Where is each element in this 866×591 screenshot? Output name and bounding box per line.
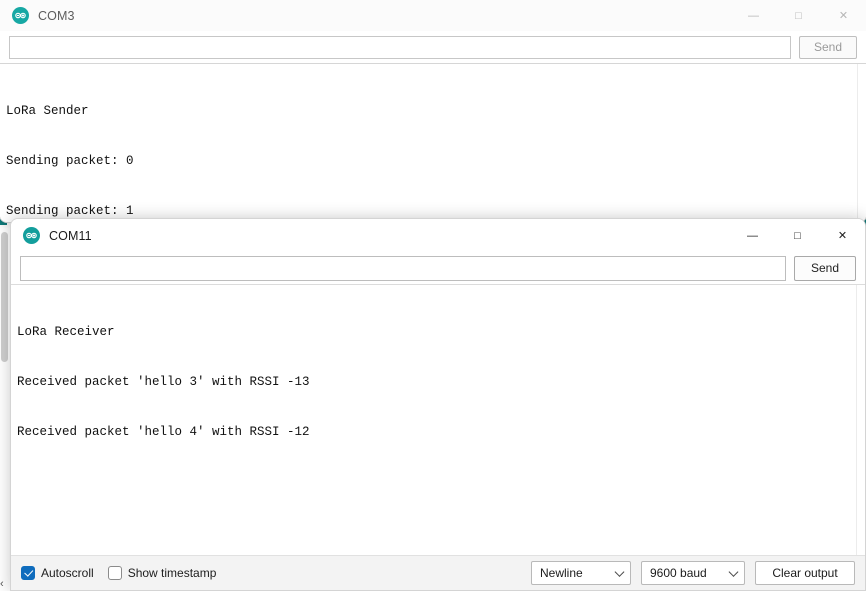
line-ending-value: Newline xyxy=(540,566,583,580)
send-button-com11[interactable]: Send xyxy=(794,255,856,281)
console-line: Sending packet: 0 xyxy=(6,153,134,168)
window-title-com3: COM3 xyxy=(38,8,75,23)
maximize-button-com3[interactable]: □ xyxy=(776,0,821,31)
titlebar-left-com3: COM3 xyxy=(0,7,75,24)
titlebar-com11[interactable]: COM11 — □ ✕ xyxy=(11,219,865,252)
checkbox-unchecked-icon[interactable] xyxy=(107,566,122,580)
window-controls-com11: — □ ✕ xyxy=(730,219,865,250)
chevron-down-icon xyxy=(728,567,739,577)
console-line: LoRa Sender xyxy=(6,103,89,118)
titlebar-left-com11: COM11 xyxy=(11,227,92,244)
arduino-icon xyxy=(23,227,40,244)
serial-monitor-window-com11: COM11 — □ ✕ Send LoRa Receiver Received … xyxy=(10,218,866,591)
minimize-button-com3[interactable]: — xyxy=(731,0,776,31)
baud-rate-value: 9600 baud xyxy=(650,566,707,580)
checkbox-checked-icon[interactable] xyxy=(21,566,35,580)
show-timestamp-checkbox[interactable]: Show timestamp xyxy=(107,566,217,580)
autoscroll-checkbox[interactable]: Autoscroll xyxy=(21,566,94,580)
titlebar-com3[interactable]: COM3 — □ ✕ xyxy=(0,0,866,31)
send-row-com3: Send xyxy=(0,31,866,63)
send-button-com3[interactable]: Send xyxy=(799,35,857,59)
window-controls-com3: — □ ✕ xyxy=(731,0,866,31)
status-bar-controls: Newline 9600 baud Clear output xyxy=(531,561,855,585)
chevron-down-icon xyxy=(614,567,625,577)
maximize-button-com11[interactable]: □ xyxy=(775,219,820,252)
send-row-com11: Send xyxy=(11,252,865,284)
autoscroll-label: Autoscroll xyxy=(41,566,94,580)
screen: F n f ‹ xyxy=(0,0,866,591)
console-output-com3[interactable]: LoRa Sender Sending packet: 0 Sending pa… xyxy=(0,63,866,222)
show-timestamp-label: Show timestamp xyxy=(127,566,217,580)
minimize-button-com11[interactable]: — xyxy=(730,219,775,252)
line-ending-select[interactable]: Newline xyxy=(531,561,631,585)
console-scrollbar-com3[interactable] xyxy=(857,64,866,222)
status-bar-com11: Autoscroll Show timestamp Newline 9600 b… xyxy=(11,555,865,590)
console-line: Received packet 'hello 3' with RSSI -13 xyxy=(17,374,310,389)
send-input-com11[interactable] xyxy=(20,255,786,281)
console-line: LoRa Receiver xyxy=(17,324,115,339)
clear-output-button[interactable]: Clear output xyxy=(755,561,855,585)
close-button-com3[interactable]: ✕ xyxy=(821,0,866,31)
close-button-com11[interactable]: ✕ xyxy=(820,219,865,252)
send-input-com3[interactable] xyxy=(9,35,791,59)
window-title-com11: COM11 xyxy=(49,228,92,243)
console-output-com11[interactable]: LoRa Receiver Received packet 'hello 3' … xyxy=(11,284,865,556)
serial-monitor-window-com3: COM3 — □ ✕ Send LoRa Sender Sending pack… xyxy=(0,0,866,223)
console-line: Received packet 'hello 4' with RSSI -12 xyxy=(17,425,310,440)
arduino-icon xyxy=(12,7,29,24)
background-scrollbar-left[interactable] xyxy=(1,232,8,362)
baud-rate-select[interactable]: 9600 baud xyxy=(641,561,745,585)
console-scrollbar-com11[interactable] xyxy=(856,285,865,556)
